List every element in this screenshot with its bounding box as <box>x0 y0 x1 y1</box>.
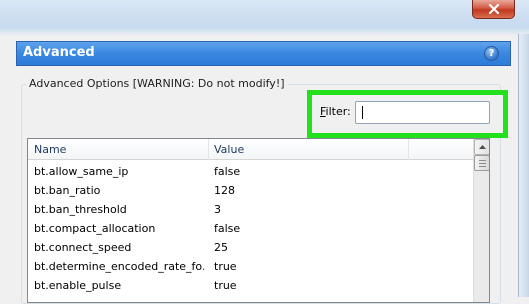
page-header: Advanced ? <box>16 41 511 66</box>
list-header: Name Value <box>28 139 473 160</box>
close-button[interactable] <box>472 0 515 19</box>
row-value: 128 <box>214 184 235 197</box>
list-row[interactable]: bt.ban_threshold 3 <box>28 200 473 219</box>
list-row[interactable]: bt.ban_ratio 128 <box>28 181 473 200</box>
scroll-thumb[interactable] <box>474 155 489 171</box>
options-list[interactable]: Name Value bt.allow_same_ip false bt.ban… <box>27 138 490 303</box>
titlebar-divider <box>0 28 529 36</box>
row-value: 3 <box>214 203 221 216</box>
page-title: Advanced <box>23 45 95 60</box>
row-value: true <box>214 279 237 292</box>
filter-label: Filter: <box>320 105 351 118</box>
column-header-name[interactable]: Name <box>34 143 66 156</box>
row-value: 25 <box>214 241 228 254</box>
row-name: bt.enable_pulse <box>34 279 122 292</box>
grip-line <box>479 160 486 161</box>
row-name: bt.connect_speed <box>34 241 132 254</box>
list-row[interactable]: bt.enable_pulse true <box>28 276 473 295</box>
row-value: false <box>214 222 241 235</box>
row-name: bt.determine_encoded_rate_fo... <box>34 260 204 273</box>
column-separator[interactable] <box>408 139 409 160</box>
column-separator[interactable] <box>208 139 209 160</box>
list-row[interactable]: bt.determine_encoded_rate_fo... true <box>28 257 473 276</box>
group-label: Advanced Options [WARNING: Do not modify… <box>26 77 288 90</box>
list-row[interactable]: bt.compact_allocation false <box>28 219 473 238</box>
help-icon[interactable]: ? <box>484 46 499 61</box>
row-value: true <box>214 260 237 273</box>
vertical-scrollbar[interactable] <box>473 139 489 302</box>
list-row[interactable]: bt.allow_same_ip false <box>28 162 473 181</box>
row-name: bt.ban_ratio <box>34 184 101 197</box>
close-icon <box>488 4 499 14</box>
row-name: bt.ban_threshold <box>34 203 127 216</box>
chevron-up-icon <box>478 145 486 149</box>
column-header-value[interactable]: Value <box>214 143 244 156</box>
window-right-border <box>518 34 529 297</box>
filter-label-rest: ilter: <box>325 105 351 118</box>
filter-input[interactable] <box>355 101 490 124</box>
grip-line <box>479 163 486 164</box>
row-value: false <box>214 165 241 178</box>
text-caret <box>362 106 363 119</box>
scroll-up-button[interactable] <box>474 139 489 155</box>
row-name: bt.allow_same_ip <box>34 165 129 178</box>
row-name: bt.compact_allocation <box>34 222 156 235</box>
grip-line <box>479 166 486 167</box>
list-row[interactable]: bt.connect_speed 25 <box>28 238 473 257</box>
